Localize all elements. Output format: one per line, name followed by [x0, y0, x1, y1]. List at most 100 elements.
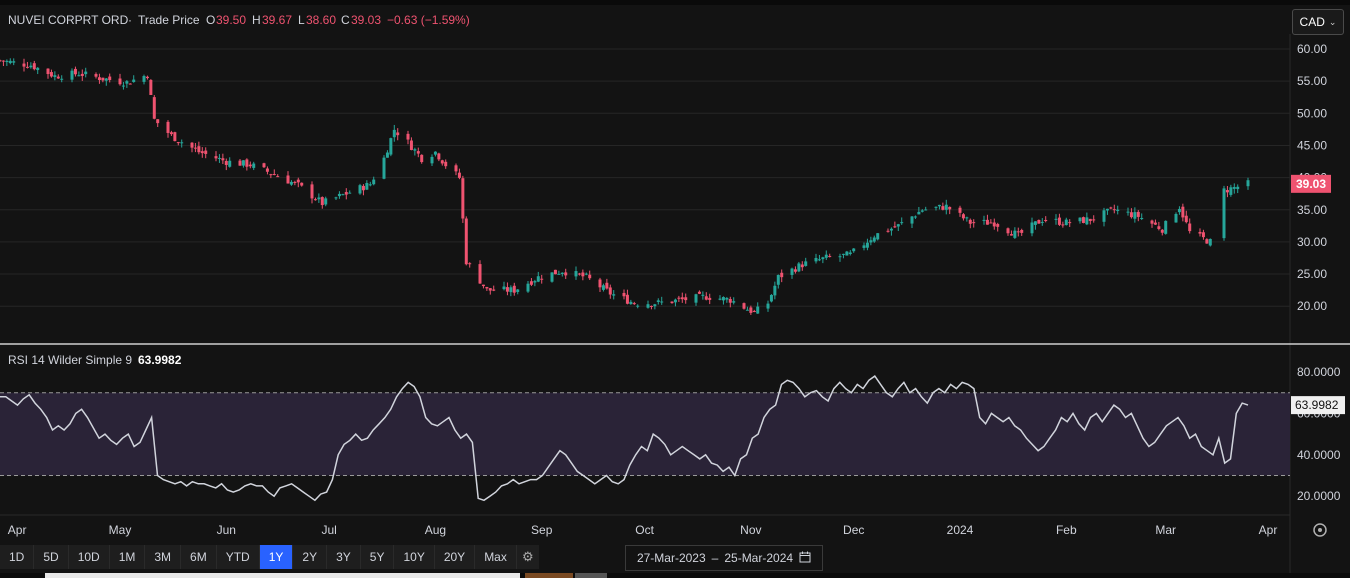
- range-button-1m[interactable]: 1M: [109, 545, 146, 569]
- axis-settings-button[interactable]: [1313, 523, 1327, 537]
- rsi-last-label: 63.9982: [1295, 398, 1339, 412]
- candle-body: [684, 297, 688, 301]
- candle-body: [1129, 212, 1133, 218]
- candle-body: [625, 294, 629, 304]
- candle-body: [673, 299, 677, 303]
- time-tick-label: Apr: [8, 523, 27, 537]
- currency-dropdown[interactable]: CAD ⌄: [1292, 9, 1344, 35]
- candle-body: [334, 197, 338, 199]
- time-tick-label: Apr: [1259, 523, 1278, 537]
- candle-body: [773, 285, 777, 296]
- candle-body: [385, 152, 389, 158]
- candle-body: [73, 68, 77, 75]
- candle-body: [481, 284, 485, 287]
- candle-body: [152, 97, 156, 119]
- candle-body: [108, 76, 112, 81]
- candle-body: [1150, 220, 1154, 224]
- candle-body: [985, 219, 989, 225]
- candle-body: [430, 156, 434, 164]
- candle-body: [457, 172, 461, 178]
- range-button-10y[interactable]: 10Y: [394, 545, 435, 569]
- candle-body: [1177, 208, 1181, 213]
- candle-body: [560, 272, 564, 274]
- candle-body: [1201, 232, 1205, 238]
- candle-body: [420, 154, 424, 163]
- candle-body: [553, 269, 557, 275]
- candle-body: [694, 294, 698, 303]
- candle-body: [32, 63, 36, 70]
- candle-body: [1009, 234, 1013, 236]
- candle-body: [790, 268, 794, 275]
- range-button-3m[interactable]: 3M: [145, 545, 182, 569]
- currency-label: CAD: [1299, 15, 1325, 29]
- close-label: C: [341, 13, 350, 27]
- chart-title: NUVEI CORPRT ORD: [8, 13, 129, 27]
- price-candles: [0, 58, 1250, 315]
- candle-body: [97, 77, 101, 81]
- candle-body: [721, 297, 725, 301]
- candle-body: [320, 197, 324, 206]
- candle-body: [1164, 220, 1168, 234]
- range-button-20y[interactable]: 20Y: [434, 545, 476, 569]
- candle-body: [200, 151, 204, 154]
- range-button-5y[interactable]: 5Y: [360, 545, 395, 569]
- candle-body: [437, 153, 441, 160]
- candle-body: [125, 81, 129, 84]
- candle-body: [526, 283, 530, 292]
- title-separator: ·: [128, 13, 132, 27]
- candle-body: [166, 121, 170, 133]
- date-range-picker[interactable]: 27-Mar-2023 – 25-Mar-2024: [625, 545, 823, 571]
- candle-body: [776, 274, 780, 285]
- range-button-max[interactable]: Max: [475, 545, 517, 569]
- candle-body: [1085, 217, 1089, 225]
- candle-body: [289, 181, 293, 185]
- candle-body: [605, 282, 609, 289]
- candle-body: [1181, 206, 1185, 218]
- candle-body: [1, 60, 5, 62]
- candle-body: [169, 132, 173, 135]
- range-button-1d[interactable]: 1D: [0, 545, 35, 569]
- candle-body: [512, 285, 516, 293]
- candle-body: [193, 147, 197, 149]
- candle-body: [1102, 210, 1106, 222]
- candle-body: [464, 218, 468, 265]
- range-button-ytd[interactable]: YTD: [216, 545, 260, 569]
- time-axis: Apr May Jun Jul Aug Sep Oct Nov Dec 2024 Feb Mar Apr: [8, 523, 1278, 537]
- candle-body: [324, 198, 328, 205]
- candle-body: [629, 301, 633, 305]
- candle-body: [1112, 209, 1116, 211]
- candle-body: [1140, 218, 1144, 220]
- candle-body: [25, 66, 29, 68]
- candle-body: [821, 257, 825, 260]
- candle-body: [968, 219, 972, 224]
- candle-body: [269, 174, 273, 176]
- candle-body: [896, 224, 900, 227]
- candle-body: [1068, 222, 1072, 224]
- rsi-band: [0, 392, 1290, 476]
- range-settings-button[interactable]: ⚙: [516, 545, 539, 569]
- candle-body: [1092, 219, 1096, 221]
- price-grid: [0, 34, 1291, 578]
- candle-body: [612, 294, 616, 296]
- candle-body: [838, 256, 842, 258]
- chart-canvas: 60.0055.0050.0045.0040.0035.0030.0025.00…: [0, 0, 1350, 578]
- candle-body: [224, 160, 228, 165]
- candle-body: [886, 230, 890, 232]
- candle-body: [1229, 187, 1233, 195]
- candle-body: [94, 74, 98, 77]
- candle-body: [814, 257, 818, 262]
- candle-body: [149, 79, 153, 95]
- candle-body: [961, 214, 965, 219]
- time-tick-label: Dec: [843, 523, 864, 537]
- range-button-5d[interactable]: 5D: [34, 545, 69, 569]
- candle-body: [286, 175, 290, 184]
- time-tick-label: Nov: [740, 523, 761, 537]
- candle-body: [1222, 188, 1226, 239]
- candle-body: [252, 163, 256, 168]
- range-button-10d[interactable]: 10D: [68, 545, 110, 569]
- range-button-2y[interactable]: 2Y: [293, 545, 328, 569]
- candle-body: [389, 138, 393, 155]
- range-button-3y[interactable]: 3Y: [327, 545, 361, 569]
- range-button-6m[interactable]: 6M: [181, 545, 217, 569]
- range-button-1y[interactable]: 1Y: [259, 545, 294, 569]
